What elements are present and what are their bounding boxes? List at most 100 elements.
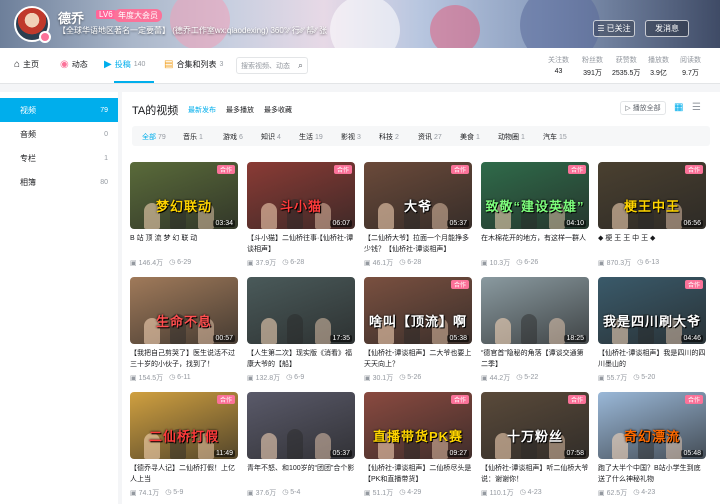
video-title[interactable]: 【二仙桥大爷】拉面一个月能挣多少钱？【仙桥社-谭谈相声】	[364, 233, 472, 255]
clock-icon: ◷	[516, 259, 523, 266]
user-signature: 【全球华语地区著名一定要蕾】 (德乔工作室wx:qiaodexing) 360°…	[58, 26, 328, 35]
play-count-icon: ▣	[598, 375, 605, 382]
video-meta: ▣ 46.1万 ◷ 6-28	[364, 258, 472, 268]
tag-news[interactable]: 资讯 27	[418, 132, 442, 142]
video-thumbnail[interactable]: 17:35	[247, 277, 355, 344]
video-thumbnail[interactable]: 梦幻联动 合作 03:34	[130, 162, 238, 229]
play-count-icon: ▣	[247, 375, 254, 382]
thumbnail-caption: 啥叫【顶流】啊	[368, 314, 467, 329]
tab-upload[interactable]: ▶ 投稿 140	[104, 59, 145, 70]
play-icon: ▷	[625, 105, 631, 112]
tag-life[interactable]: 生活 19	[299, 132, 323, 142]
publish-date: 6-13	[645, 259, 660, 266]
video-thumbnail[interactable]: 十万粉丝 合作 07:58	[481, 392, 589, 459]
clock-icon: ◷	[165, 489, 172, 496]
search-icon[interactable]: ⌕	[298, 60, 303, 71]
clock-icon: ◷	[286, 374, 293, 381]
video-title[interactable]: 跑了大半个中国？B站小学生到底送了什么神秘礼物	[598, 463, 706, 485]
video-title[interactable]: “德官首”隐秘的角落【谭谈交通第二季】	[481, 348, 589, 370]
play-count-icon: ▣	[598, 490, 605, 497]
video-title[interactable]: 在木棉花开的地方，有这样一群人	[481, 233, 589, 255]
video-thumbnail[interactable]: 18:25	[481, 277, 589, 344]
video-title[interactable]: 【仙桥社-谭谈相声】听二仙桥大爷说：谢谢你！	[481, 463, 589, 485]
tag-game[interactable]: 游戏 6	[223, 132, 243, 142]
video-thumbnail[interactable]: 我是四川刷大爷 合作 04:46	[598, 277, 706, 344]
tab-collection[interactable]: ▤ 合集和列表 3	[164, 59, 223, 70]
video-title[interactable]: B 站 顶 流 梦 幻 联 动	[130, 233, 238, 255]
video-thumbnail[interactable]: 斗小猫 合作 06:07	[247, 162, 355, 229]
follow-button[interactable]: ☰ 已关注	[593, 20, 635, 37]
tab-home[interactable]: ⌂ 主页	[14, 59, 39, 70]
video-thumbnail[interactable]: 05:37	[247, 392, 355, 459]
sidebar-item-video[interactable]: 视频 79	[0, 98, 118, 122]
video-title[interactable]: 【仙桥社-谭谈相声】二仙桥尽头是【PK和直播带货】	[364, 463, 472, 485]
play-count-icon: ▣	[364, 375, 371, 382]
video-meta: ▣ 74.1万 ◷ 5-9	[130, 488, 238, 498]
tag-film[interactable]: 影视 3	[341, 132, 361, 142]
publish-date: 6-9	[294, 374, 305, 381]
tag-food[interactable]: 美食 1	[460, 132, 480, 142]
play-count: 37.9万	[255, 260, 277, 267]
video-title[interactable]: 【人生第二次】现实版《消看》福康大爷的【船】	[247, 348, 355, 370]
video-thumbnail[interactable]: 梗王中王 合作 06:56	[598, 162, 706, 229]
stat-following[interactable]: 关注数 43	[548, 55, 569, 75]
stat-likes: 获赞数 2535.5万	[612, 57, 641, 77]
video-title[interactable]: 【仙桥社-谭谈相声】我是四川的四川墨山的	[598, 348, 706, 370]
video-title[interactable]: 【斗小猫】二仙桥往事·【仙桥社-谭谈相声】	[247, 233, 355, 255]
sidebar-item-audio[interactable]: 音频 0	[0, 122, 118, 146]
stat-fans[interactable]: 粉丝数 391万	[582, 55, 603, 78]
list-view-icon[interactable]: ☰	[692, 102, 701, 113]
video-thumbnail[interactable]: 啥叫【顶流】啊 合作 05:38	[364, 277, 472, 344]
sidebar-item-article[interactable]: 专栏 1	[0, 146, 118, 170]
play-all-button[interactable]: ▷ 播放全部	[620, 101, 666, 115]
coop-badge: 合作	[216, 165, 235, 174]
clock-icon: ◷	[169, 259, 176, 266]
video-thumbnail[interactable]: 生命不息 00:57	[130, 277, 238, 344]
tab-dynamic[interactable]: ◉ 动态	[60, 59, 88, 70]
video-thumbnail[interactable]: 奇幻漂流 合作 05:48	[598, 392, 706, 459]
publish-date: 4-29	[407, 489, 422, 496]
sidebar-item-album[interactable]: 相簿 80	[0, 170, 118, 194]
play-count: 30.1万	[372, 375, 394, 382]
grid-view-icon[interactable]: ▦	[674, 102, 683, 113]
video-title[interactable]: 【仙桥社-谭谈相声】二大爷也要上天天向上？	[364, 348, 472, 370]
tag-animal[interactable]: 动物圈 1	[498, 132, 525, 142]
video-thumbnail[interactable]: 致敬“建设英雄” 合作 04:10	[481, 162, 589, 229]
tag-all[interactable]: 全部 79	[142, 132, 166, 142]
video-duration: 05:37	[330, 450, 352, 457]
play-count-icon: ▣	[481, 260, 488, 267]
tag-car[interactable]: 汽车 15	[543, 132, 567, 142]
sort-most-favorited[interactable]: 最多收藏	[264, 105, 292, 115]
play-count-icon: ▣	[247, 490, 254, 497]
video-duration: 05:38	[447, 335, 469, 342]
video-thumbnail[interactable]: 直播带货PK赛 合作 09:27	[364, 392, 472, 459]
avatar[interactable]	[14, 6, 51, 43]
vip-badge[interactable]: 年度大会员	[114, 9, 162, 22]
sort-most-played[interactable]: 最多播放	[226, 105, 254, 115]
video-title[interactable]: ◆ 梗 王 王 中 王 ◆	[598, 233, 706, 255]
home-icon: ⌂	[14, 59, 21, 70]
play-count-icon: ▣	[598, 260, 605, 267]
video-thumbnail[interactable]: 大爷 合作 05:37	[364, 162, 472, 229]
publish-date: 6-11	[177, 374, 191, 381]
video-meta: ▣ 55.7万 ◷ 5-20	[598, 373, 706, 383]
sort-latest[interactable]: 最新发布	[188, 105, 216, 115]
tag-knowledge[interactable]: 知识 4	[261, 132, 281, 142]
collection-icon: ▤	[164, 59, 174, 70]
video-duration: 00:57	[213, 335, 235, 342]
video-title[interactable]: 【我把自己剪哭了】医生说活不过三十岁的小伙子，找到了！	[130, 348, 238, 370]
play-count: 154.5万	[138, 375, 164, 382]
tag-tech[interactable]: 科技 2	[379, 132, 399, 142]
message-button[interactable]: 发消息	[645, 20, 689, 37]
search-input[interactable]: 搜索视频、动态 ⌕	[236, 57, 308, 74]
video-title[interactable]: 【德乔寻人记】二仙桥打假！上亿人上当	[130, 463, 238, 485]
upload-icon: ▶	[104, 59, 112, 70]
video-thumbnail[interactable]: 二仙桥打假 合作 11:49	[130, 392, 238, 459]
play-count-icon: ▣	[130, 490, 137, 497]
section-title: TA的视频	[132, 105, 179, 117]
clock-icon: ◷	[399, 259, 406, 266]
tag-music[interactable]: 音乐 1	[183, 132, 203, 142]
video-duration: 04:10	[564, 220, 586, 227]
video-title[interactable]: 青年不怒、和100岁的“团团”合个影	[247, 463, 355, 485]
clock-icon: ◷	[169, 374, 176, 381]
